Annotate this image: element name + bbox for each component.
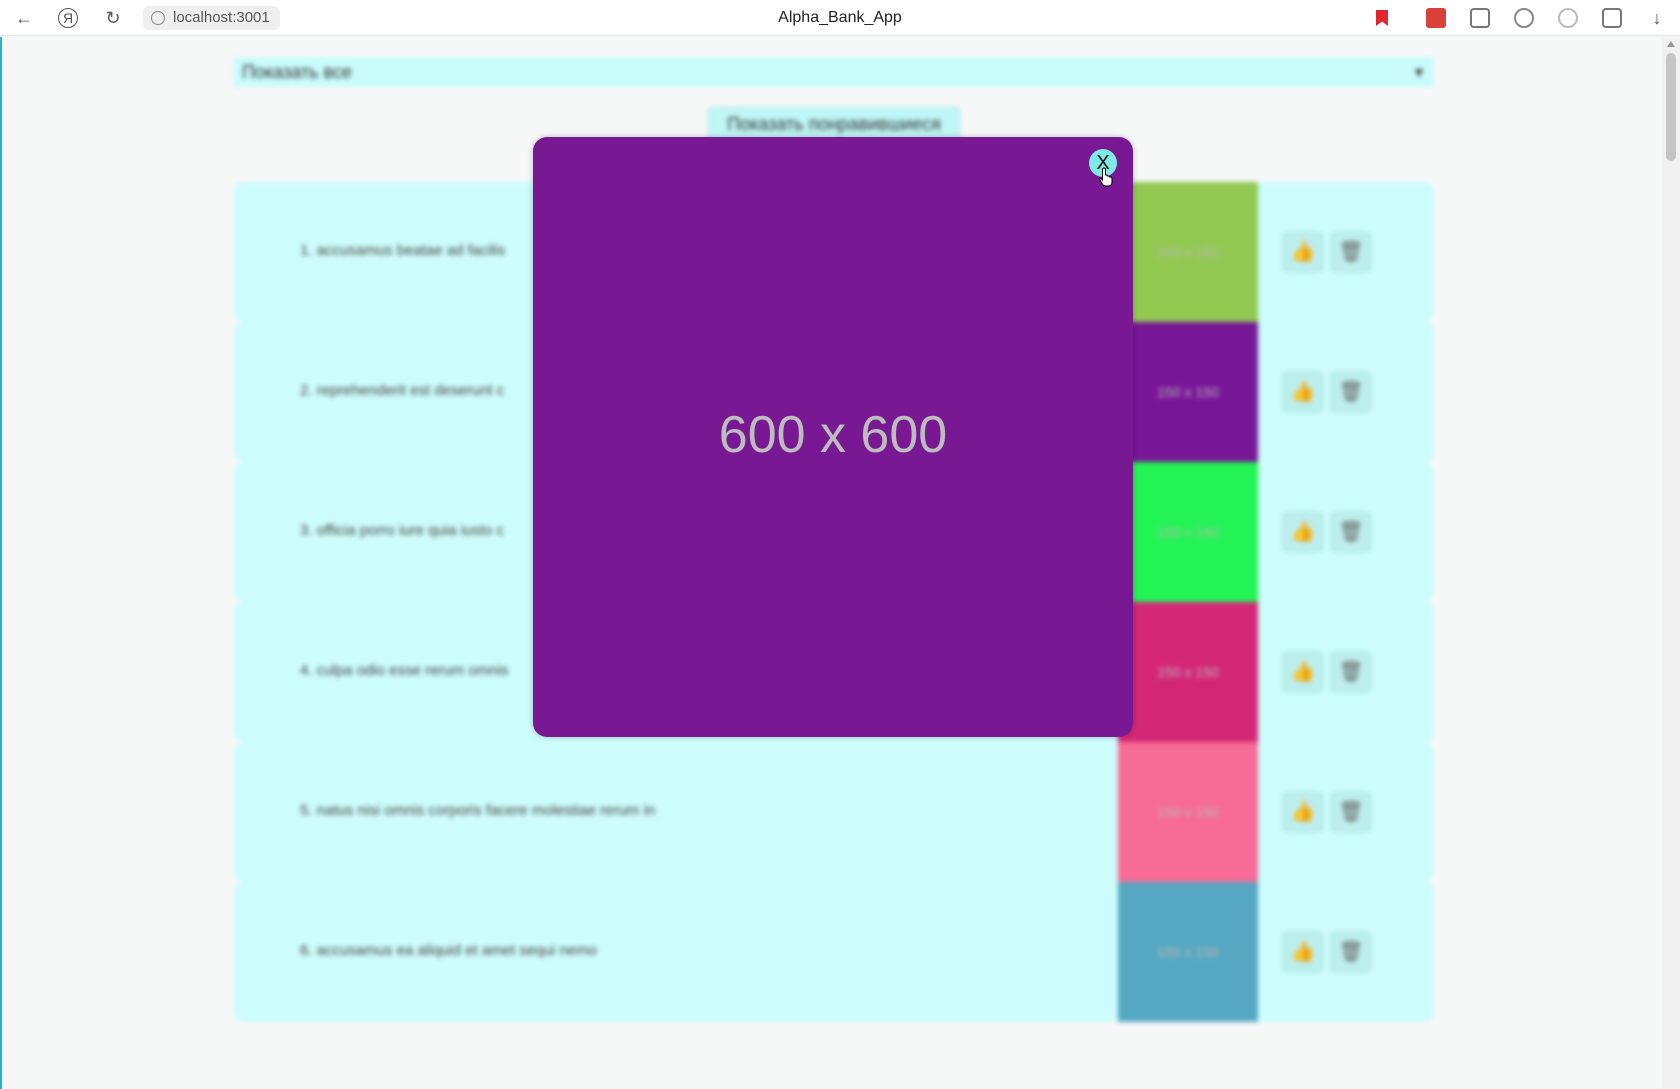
scroll-up-icon[interactable] [1667,41,1675,47]
globe-icon[interactable] [1514,8,1534,28]
filter-select[interactable]: Показать все ▼ [234,57,1434,87]
delete-button[interactable]: 🗑 [1331,512,1371,552]
item-thumbnail[interactable]: 150 x 150 [1118,462,1258,602]
browser-toolbar: ← Я ↻ localhost:3001 Alpha_Bank_App ↓ [0,0,1680,36]
delete-button[interactable]: 🗑 [1331,652,1371,692]
list-item: 6. accusamus ea aliquid et amet sequi ne… [234,882,1434,1022]
delete-button[interactable]: 🗑 [1331,232,1371,272]
delete-button[interactable]: 🗑 [1331,792,1371,832]
like-button[interactable]: 👍 [1283,932,1323,972]
like-button[interactable]: 👍 [1283,792,1323,832]
item-thumbnail[interactable]: 150 x 150 [1118,882,1258,1022]
like-button[interactable]: 👍 [1283,652,1323,692]
delete-button[interactable]: 🗑 [1331,372,1371,412]
download-icon[interactable]: ↓ [1645,6,1669,30]
list-item: 5. natus nisi omnis corporis facere mole… [234,742,1434,882]
item-title: 1. accusamus beatae ad facilis [300,242,506,259]
like-button[interactable]: 👍 [1283,372,1323,412]
image-modal: 600 x 600 X [533,137,1133,737]
like-button[interactable]: 👍 [1283,512,1323,552]
item-title: 3. officia porro iure quia iusto c [300,522,505,539]
item-title: 4. culpa odio esse rerum omnis [300,662,509,679]
item-title: 2. reprehenderit est deserunt c [300,382,505,399]
modal-image-label: 600 x 600 [718,406,948,464]
item-thumbnail[interactable]: 150 x 150 [1118,182,1258,322]
hand-cursor-icon [1099,167,1113,187]
alice-icon[interactable] [1558,8,1578,28]
item-thumbnail[interactable]: 150 x 150 [1118,322,1258,462]
like-button[interactable]: 👍 [1283,232,1323,272]
delete-button[interactable]: 🗑 [1331,932,1371,972]
collections-icon[interactable] [1470,8,1490,28]
show-liked-button[interactable]: Показать понравившиеся [708,107,960,141]
extensions-icon[interactable] [1602,8,1622,28]
item-title: 5. natus nisi omnis corporis facere mole… [300,802,656,819]
scrollbar[interactable] [1662,37,1680,1089]
item-title: 6. accusamus ea aliquid et amet sequi ne… [300,942,597,959]
scrollbar-thumb[interactable] [1666,53,1676,161]
chevron-down-icon: ▼ [1412,64,1426,80]
extension-icon[interactable] [1426,8,1446,28]
item-thumbnail[interactable]: 150 x 150 [1118,602,1258,742]
item-thumbnail[interactable]: 150 x 150 [1118,742,1258,882]
filter-select-value: Показать все [242,62,352,82]
